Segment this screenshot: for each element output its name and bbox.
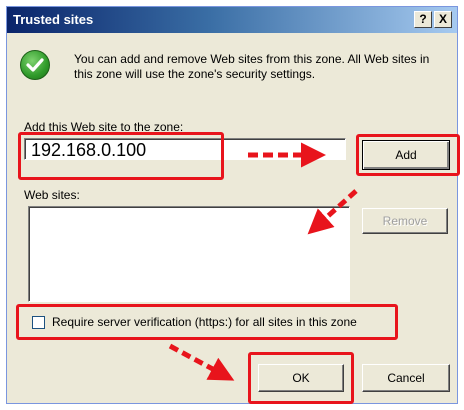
arrow-add-to-list [307, 189, 358, 235]
annotation-arrows [168, 142, 358, 381]
arrow-checkbox-to-ok [168, 343, 235, 381]
